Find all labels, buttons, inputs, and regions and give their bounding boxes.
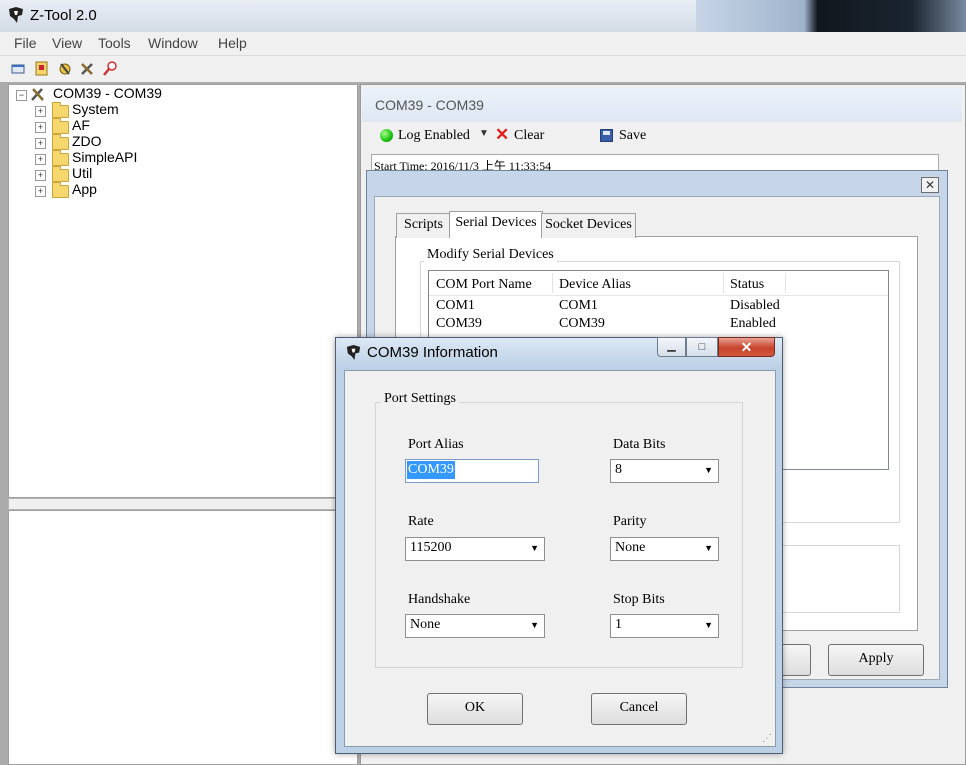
apply-button[interactable]: Apply: [828, 644, 924, 676]
tree-item-label: SimpleAPI: [72, 149, 138, 165]
parity-value: None: [615, 540, 646, 555]
expand-icon[interactable]: +: [35, 122, 46, 133]
collapse-icon[interactable]: −: [16, 90, 27, 101]
log-enabled-button[interactable]: Log Enabled: [398, 128, 470, 144]
status-dot-icon: [380, 129, 393, 142]
device-icon[interactable]: [33, 60, 50, 77]
chevron-down-icon[interactable]: ▼: [704, 538, 713, 558]
chevron-down-icon[interactable]: ▼: [530, 538, 539, 558]
dialog-title: COM39 Information: [367, 344, 498, 361]
data-bits-label: Data Bits: [613, 437, 666, 452]
folder-icon: [52, 150, 69, 166]
save-button[interactable]: Save: [619, 128, 646, 144]
chevron-down-icon[interactable]: ▼: [704, 460, 713, 480]
new-window-icon[interactable]: [10, 60, 27, 77]
menu-help[interactable]: Help: [218, 35, 247, 51]
group-title: Port Settings: [381, 391, 459, 407]
app-logo-icon: [9, 7, 23, 23]
table-cell[interactable]: COM39: [436, 316, 482, 332]
maximize-icon[interactable]: □: [686, 337, 718, 357]
column-divider[interactable]: [552, 273, 553, 293]
expand-icon[interactable]: +: [35, 138, 46, 149]
data-bits-value: 8: [615, 462, 622, 477]
tree-item-label: Util: [72, 165, 93, 181]
column-header[interactable]: Device Alias: [559, 277, 631, 293]
stop-bits-select[interactable]: 1 ▼: [610, 614, 719, 638]
expand-icon[interactable]: +: [35, 186, 46, 197]
minimize-icon[interactable]: ▁: [657, 337, 686, 357]
column-header[interactable]: Status: [730, 277, 764, 293]
cancel-button[interactable]: Cancel: [591, 693, 687, 725]
find-icon[interactable]: [102, 60, 119, 77]
header-divider: [429, 295, 888, 296]
expand-icon[interactable]: +: [35, 154, 46, 165]
tab-scripts[interactable]: Scripts: [396, 213, 451, 238]
data-bits-select[interactable]: 8 ▼: [610, 459, 719, 483]
folder-icon: [52, 182, 69, 198]
table-cell[interactable]: COM1: [559, 298, 598, 314]
parity-select[interactable]: None ▼: [610, 537, 719, 561]
chevron-down-icon[interactable]: ▼: [704, 615, 713, 635]
table-cell[interactable]: COM39: [559, 316, 605, 332]
folder-icon: [52, 166, 69, 182]
ok-button[interactable]: OK: [427, 693, 523, 725]
menu-view[interactable]: View: [52, 35, 82, 51]
tools-icon[interactable]: [79, 60, 96, 77]
tab-serial-devices[interactable]: Serial Devices: [449, 211, 543, 238]
expand-icon[interactable]: +: [35, 106, 46, 117]
column-header[interactable]: COM Port Name: [436, 277, 532, 293]
lower-pane: [8, 510, 358, 765]
handshake-value: None: [410, 617, 441, 632]
toolbar: [0, 56, 966, 82]
rate-label: Rate: [408, 514, 434, 529]
table-cell[interactable]: COM1: [436, 298, 475, 314]
close-icon[interactable]: ✕: [718, 337, 775, 357]
port-alias-label: Port Alias: [408, 437, 464, 452]
app-logo-icon: [346, 344, 361, 361]
title-bar: [0, 0, 966, 32]
column-divider[interactable]: [785, 273, 786, 293]
tree-root-label: COM39 - COM39: [53, 85, 162, 101]
column-divider[interactable]: [723, 273, 724, 293]
script-icon[interactable]: [57, 60, 74, 77]
dropdown-arrow-icon[interactable]: ▼: [479, 128, 489, 139]
folder-icon: [52, 134, 69, 150]
stop-bits-value: 1: [615, 617, 622, 632]
rate-select[interactable]: 115200 ▼: [405, 537, 545, 561]
tools-icon: [31, 88, 44, 101]
tree-item-label: System: [72, 101, 119, 117]
document-title: COM39 - COM39: [375, 97, 484, 113]
resize-grip-icon[interactable]: ⋰: [762, 733, 772, 744]
menu-window[interactable]: Window: [148, 35, 198, 51]
handshake-label: Handshake: [408, 592, 471, 607]
tree-item-label: AF: [72, 117, 90, 133]
tab-socket-devices[interactable]: Socket Devices: [541, 213, 636, 238]
pane-splitter[interactable]: [8, 498, 358, 510]
menu-tools[interactable]: Tools: [98, 35, 131, 51]
rate-value: 115200: [410, 540, 452, 555]
expand-icon[interactable]: +: [35, 170, 46, 181]
menu-bar: File View Tools Window Help: [0, 32, 966, 56]
table-cell[interactable]: Enabled: [730, 316, 776, 332]
tree-item-label: ZDO: [72, 133, 102, 149]
group-title: Modify Serial Devices: [424, 247, 557, 263]
folder-icon: [52, 102, 69, 118]
port-alias-value[interactable]: COM39: [407, 461, 455, 479]
clear-icon[interactable]: ✕: [495, 125, 509, 145]
parity-label: Parity: [613, 514, 647, 529]
close-icon[interactable]: ✕: [921, 177, 939, 193]
app-title: Z-Tool 2.0: [30, 7, 97, 24]
chevron-down-icon[interactable]: ▼: [530, 615, 539, 635]
clear-button[interactable]: Clear: [514, 128, 544, 144]
folder-icon: [52, 118, 69, 134]
menu-file[interactable]: File: [14, 35, 37, 51]
table-cell[interactable]: Disabled: [730, 298, 780, 314]
save-icon[interactable]: [600, 129, 613, 142]
stop-bits-label: Stop Bits: [613, 592, 665, 607]
handshake-select[interactable]: None ▼: [405, 614, 545, 638]
tree-item-label: App: [72, 181, 97, 197]
